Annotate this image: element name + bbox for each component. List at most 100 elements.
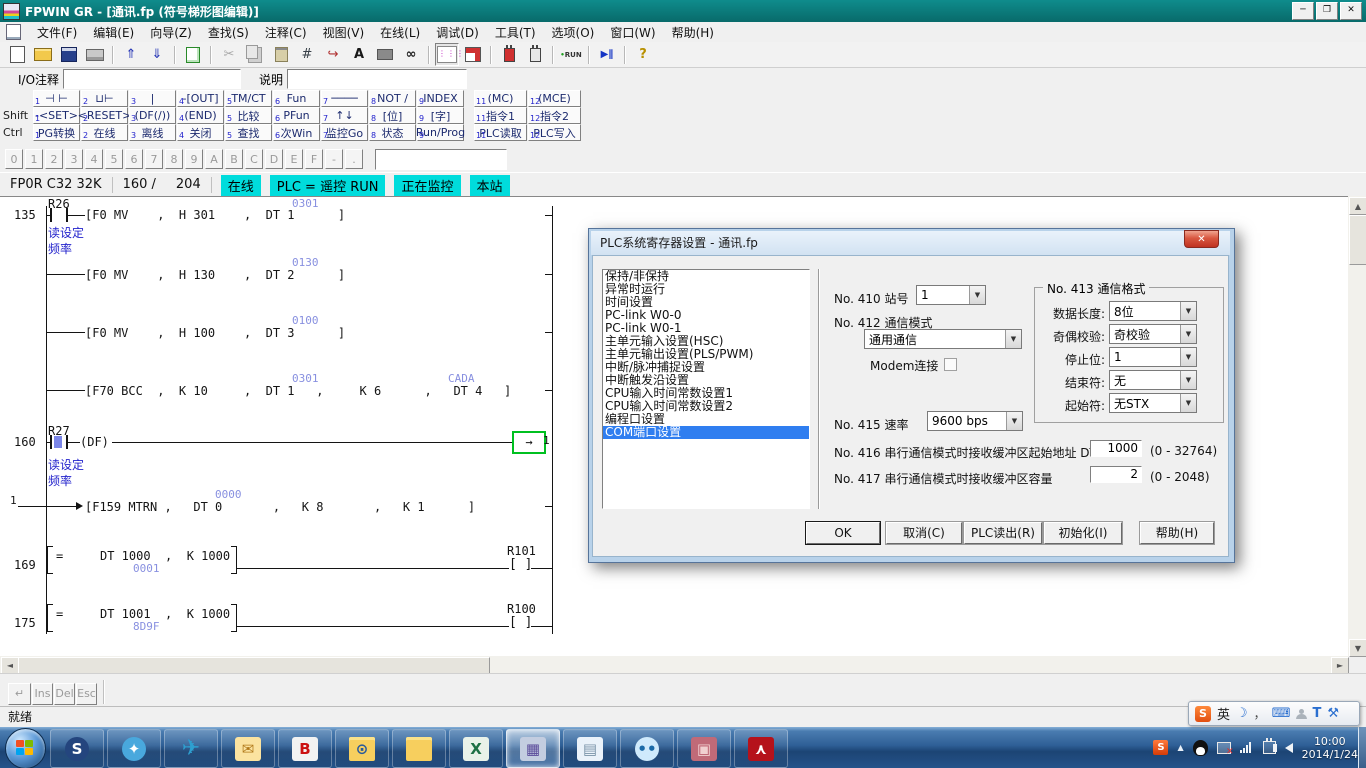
find-icon[interactable]: ∞ xyxy=(399,43,423,66)
menu-item-10[interactable]: 窗口(W) xyxy=(602,22,663,43)
menu-item-2[interactable]: 向导(Z) xyxy=(142,22,200,43)
chevron-down-icon[interactable]: ▼ xyxy=(1005,330,1021,348)
chevron-down-icon[interactable]: ▼ xyxy=(969,286,985,304)
register-category-list[interactable]: 保持/非保持异常时运行时间设置PC-link W0-0PC-link W0-1主… xyxy=(602,269,810,509)
cursor-selection-box[interactable]: → xyxy=(512,431,546,454)
help-icon[interactable]: ? xyxy=(631,43,655,66)
chevron-down-icon[interactable]: ▼ xyxy=(1180,394,1196,412)
block-comment-icon[interactable] xyxy=(373,43,397,66)
close-icon[interactable]: ✕ xyxy=(1340,2,1362,20)
mail-app-icon[interactable]: ✉ xyxy=(221,729,275,768)
compare-operator[interactable]: = xyxy=(56,549,63,563)
plc-run-mode-icon[interactable]: •RUN xyxy=(559,43,583,66)
explorer-icon[interactable] xyxy=(392,729,446,768)
language-bar[interactable]: S 英 ☽ ， ⌨ T ⚒ xyxy=(1188,701,1360,726)
chevron-down-icon[interactable]: ▼ xyxy=(1180,302,1196,320)
chevron-down-icon[interactable]: ▼ xyxy=(1180,348,1196,366)
tray-expand-icon[interactable]: ▲ xyxy=(1177,743,1183,752)
list-item-12[interactable]: COM端口设置 xyxy=(603,426,809,439)
monitor-window-icon[interactable] xyxy=(461,43,485,66)
insert-key[interactable]: Ins xyxy=(32,683,53,705)
io-comment-input[interactable] xyxy=(63,69,241,89)
escape-key[interactable]: Esc xyxy=(76,683,97,705)
baud-rate-select[interactable]: 9600 bps▼ xyxy=(927,411,1023,431)
new-file-icon[interactable] xyxy=(5,43,29,66)
header-select[interactable]: 无STX▼ xyxy=(1109,393,1197,413)
compare-args[interactable]: DT 1001 , K 1000 xyxy=(100,607,230,621)
network-signal-icon[interactable] xyxy=(1240,742,1254,753)
io-comment-icon[interactable]: # xyxy=(295,43,319,66)
modem-checkbox[interactable] xyxy=(944,358,957,371)
save-file-icon[interactable] xyxy=(57,43,81,66)
fkey-plain-1[interactable]: 1⊣ ⊢ xyxy=(33,90,80,107)
dialog-close-icon[interactable]: ✕ xyxy=(1184,230,1219,248)
text-comment-icon[interactable]: A xyxy=(347,43,371,66)
volume-icon[interactable] xyxy=(1285,743,1293,753)
minimize-icon[interactable]: ─ xyxy=(1292,2,1314,20)
copy-icon[interactable] xyxy=(243,43,267,66)
sogou-tray-icon[interactable]: S xyxy=(1153,740,1168,755)
fkey-shift-1[interactable]: 1-<SET> xyxy=(33,107,80,124)
fkey-ctrl-2[interactable]: 2在线 xyxy=(81,124,128,141)
offline-mode-icon[interactable] xyxy=(523,43,547,66)
adobe-reader-icon[interactable]: ⋏ xyxy=(734,729,788,768)
capture-app-icon[interactable]: B xyxy=(278,729,332,768)
online-mode-icon[interactable] xyxy=(497,43,521,66)
tray-clock[interactable]: 10:00 2014/1/24 xyxy=(1302,735,1358,761)
instruction-f159mtrn[interactable]: [F159 MTRN , DT 0 , K 8 , K 1 ] xyxy=(85,500,475,514)
download-program-icon[interactable]: ⇓ xyxy=(145,43,169,66)
hummingbird-app-icon[interactable]: ✈ xyxy=(164,729,218,768)
scroll-left-icon[interactable]: ◄ xyxy=(1,657,19,674)
numpad-key-0[interactable]: 0 xyxy=(5,149,23,169)
numpad-key-5[interactable]: 5 xyxy=(105,149,123,169)
soft-keyboard-icon[interactable]: ⌨ xyxy=(1272,706,1291,721)
numpad-key-8[interactable]: 8 xyxy=(165,149,183,169)
numpad-key-B[interactable]: B xyxy=(225,149,243,169)
fkey-ctrl-6[interactable]: 6次Win xyxy=(273,124,320,141)
numpad-key-D[interactable]: D xyxy=(265,149,283,169)
numpad-key-C[interactable]: C xyxy=(245,149,263,169)
numpad-key-3[interactable]: 3 xyxy=(65,149,83,169)
vertical-scroll-thumb[interactable] xyxy=(1349,215,1366,265)
df-instruction[interactable]: (DF) xyxy=(80,435,109,449)
sogou-browser-icon[interactable]: S xyxy=(50,729,104,768)
chevron-down-icon[interactable]: ▼ xyxy=(1006,412,1022,430)
fkey-ctrl-12[interactable]: 12PLC写入 xyxy=(528,124,581,141)
fkey-ctrl-8[interactable]: 8状态 xyxy=(369,124,416,141)
fkey-shift-12[interactable]: 12指令2 xyxy=(528,107,581,124)
terminator-select[interactable]: 无▼ xyxy=(1109,370,1197,390)
menu-item-7[interactable]: 调试(D) xyxy=(428,22,487,43)
cancel-button[interactable]: 取消(C) xyxy=(886,522,962,544)
help-button[interactable]: 帮助(H) xyxy=(1140,522,1214,544)
select-mode-icon[interactable] xyxy=(181,43,205,66)
compass-browser-icon[interactable]: ✦ xyxy=(107,729,161,768)
file-search-app-icon[interactable]: ⊙ xyxy=(335,729,389,768)
fkey-shift-3[interactable]: 3(DF(/)) xyxy=(129,107,176,124)
numpad-key-9[interactable]: 9 xyxy=(185,149,203,169)
fkey-ctrl-11[interactable]: 11PLC读取 xyxy=(474,124,527,141)
comm-mode-select[interactable]: 通用通信▼ xyxy=(864,329,1022,349)
restore-icon[interactable]: ❐ xyxy=(1316,2,1338,20)
numpad-key-6[interactable]: 6 xyxy=(125,149,143,169)
station-number-select[interactable]: 1▼ xyxy=(916,285,986,305)
vertical-scrollbar[interactable]: ▲ ▼ xyxy=(1348,196,1366,656)
ok-button[interactable]: OK xyxy=(806,522,880,544)
horizontal-scrollbar[interactable]: ◄ ► xyxy=(0,656,1348,673)
photo-viewer-icon[interactable]: ▣ xyxy=(677,729,731,768)
menu-item-11[interactable]: 帮助(H) xyxy=(664,22,722,43)
account-icon[interactable] xyxy=(1296,709,1306,719)
numpad-key-E[interactable]: E xyxy=(285,149,303,169)
cut-icon[interactable]: ✂ xyxy=(217,43,241,66)
menu-item-0[interactable]: 文件(F) xyxy=(29,22,85,43)
menu-item-6[interactable]: 在线(L) xyxy=(372,22,428,43)
dialog-titlebar[interactable]: PLC系统寄存器设置 - 通讯.fp xyxy=(591,231,1230,255)
fkey-plain-12[interactable]: 12(MCE) xyxy=(528,90,581,107)
chevron-down-icon[interactable]: ▼ xyxy=(1180,325,1196,343)
jump-icon[interactable]: ↪ xyxy=(321,43,345,66)
compare-operator[interactable]: = xyxy=(56,607,63,621)
entry-input[interactable] xyxy=(375,149,507,170)
numpad-key-4[interactable]: 4 xyxy=(85,149,103,169)
compare-args[interactable]: DT 1000 , K 1000 xyxy=(100,549,230,563)
delete-key[interactable]: Del xyxy=(54,683,75,705)
scroll-right-icon[interactable]: ► xyxy=(1331,657,1349,674)
